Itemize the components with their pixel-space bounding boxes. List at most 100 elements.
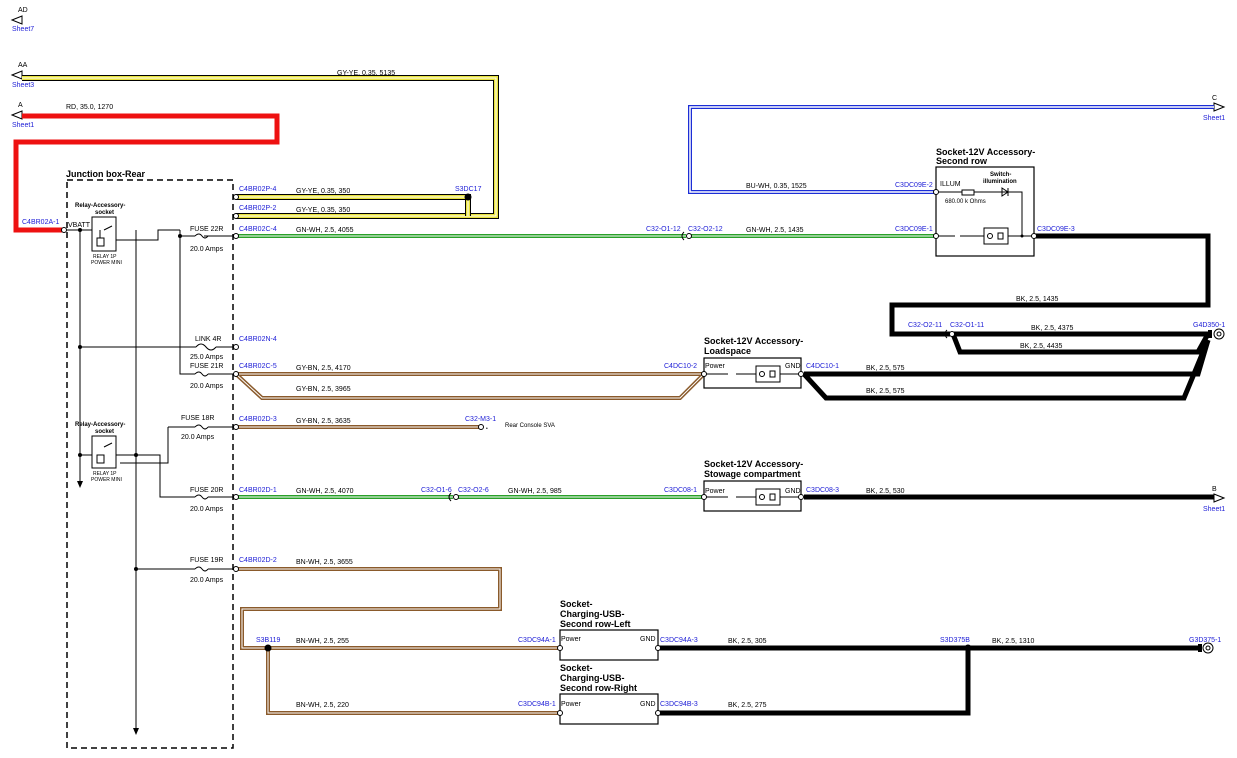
conn-c4br02c-4[interactable]: C4BR02C-4: [239, 226, 277, 233]
wire-label-bk-1435: BK, 2.5, 1435: [1016, 296, 1059, 303]
conn-c3dc94a-3[interactable]: C3DC94A-3: [660, 637, 698, 644]
wire-label-bk-1310: BK, 2.5, 1310: [992, 638, 1035, 645]
conn-c4br02c-5[interactable]: C4BR02C-5: [239, 363, 277, 370]
svg-text:FUSE 22R: FUSE 22R: [190, 226, 223, 233]
offsheet-ad-sheet[interactable]: Sheet7: [12, 26, 34, 33]
svg-text:Stowage compartment: Stowage compartment: [704, 469, 801, 479]
wire-label-bu-wh-1525: BU-WH, 0.35, 1525: [746, 183, 807, 190]
svg-text:680.00 k Ohms: 680.00 k Ohms: [945, 199, 986, 205]
svg-text:POWER MINI: POWER MINI: [91, 477, 122, 483]
svg-text:Second row: Second row: [936, 156, 988, 166]
ground-g3d375[interactable]: [1198, 642, 1214, 654]
conn-c32-o1-11[interactable]: C32-O1-11: [950, 322, 984, 329]
socket-usb-second-row-left[interactable]: Socket- Charging-USB- Second row-Left Po…: [557, 599, 661, 661]
conn-c4br02n-4[interactable]: C4BR02N-4: [239, 336, 277, 343]
conn-s3dc17[interactable]: S3DC17: [455, 186, 482, 193]
wire-label-bn-wh-220: BN-WH, 2.5, 220: [296, 702, 349, 709]
svg-text:Power: Power: [705, 363, 726, 370]
conn-c32-o2-11[interactable]: C32-O2-11: [908, 322, 942, 329]
fuse-21r[interactable]: FUSE 21R 20.0 Amps: [190, 363, 236, 390]
conn-c32-o2-12[interactable]: C32-O2-12: [688, 226, 723, 233]
svg-text:Loadspace: Loadspace: [704, 346, 751, 356]
conn-g3d375-1[interactable]: G3D375-1: [1189, 637, 1221, 644]
wire-label-gn-wh-1435: GN-WH, 2.5, 1435: [746, 227, 804, 234]
svg-text:Second row-Left: Second row-Left: [560, 619, 631, 629]
socket-usb-second-row-right[interactable]: Socket- Charging-USB- Second row-Right P…: [557, 663, 661, 725]
conn-c3dc94b-1[interactable]: C3DC94B-1: [518, 701, 556, 708]
conn-c4br02p-4[interactable]: C4BR02P-4: [239, 186, 276, 193]
fuse-22r[interactable]: FUSE 22R 20.0 Amps: [190, 226, 236, 253]
conn-c4br02a-1[interactable]: C4BR02A-1: [22, 219, 59, 226]
socket-12v-stowage[interactable]: Socket-12V Accessory- Stowage compartmen…: [701, 459, 804, 512]
svg-text:20.0 Amps: 20.0 Amps: [190, 506, 224, 513]
wire-bn-wh-3655[interactable]: [236, 567, 560, 715]
wire-label-gn-wh-985: GN-WH, 2.5, 985: [508, 488, 562, 495]
wire-rd-1270[interactable]: [13, 113, 280, 233]
wire-label-rd-1270: RD, 35.0, 1270: [66, 104, 113, 111]
splice-s3d375b[interactable]: [964, 644, 972, 652]
conn-c3dc08-1[interactable]: C3DC08-1: [664, 487, 697, 494]
svg-text:socket: socket: [95, 210, 114, 216]
wire-label-gy-bn-3965: GY-BN, 2.5, 3965: [296, 386, 351, 393]
offsheet-a-sheet[interactable]: Sheet1: [12, 122, 34, 129]
conn-c3dc94b-3[interactable]: C3DC94B-3: [660, 701, 698, 708]
socket-12v-second-row[interactable]: Socket-12V Accessory- Second row ILLUM 6…: [933, 147, 1037, 257]
svg-text:GND: GND: [640, 701, 656, 708]
rear-console-label: Rear Console SVA: [505, 423, 555, 429]
wire-label-bn-wh-3655: BN-WH, 2.5, 3655: [296, 559, 353, 566]
wire-label-bk-305: BK, 2.5, 305: [728, 638, 767, 645]
svg-text:Socket-: Socket-: [560, 599, 593, 609]
conn-c4dc10-2[interactable]: C4DC10-2: [664, 363, 697, 370]
fuse-18r[interactable]: FUSE 18R 20.0 Amps: [181, 415, 236, 441]
conn-c32-o1-12[interactable]: C32-O1-12: [646, 226, 681, 233]
conn-c32-m3-1[interactable]: C32-M3-1: [465, 416, 496, 423]
svg-text:25.0 Amps: 25.0 Amps: [190, 354, 224, 361]
svg-text:GND: GND: [785, 363, 801, 370]
relay-accessory-socket-bottom[interactable]: Relay-Accessory- socket RELAY 1P POWER M…: [75, 422, 190, 498]
conn-c4br02d-2[interactable]: C4BR02D-2: [239, 557, 277, 564]
conn-c32-o2-6[interactable]: C32-O2-6: [458, 487, 489, 494]
wire-gy-ye-5135[interactable]: [22, 75, 499, 219]
svg-text:Socket-: Socket-: [560, 663, 593, 673]
link-4r[interactable]: LINK 4R 25.0 Amps: [190, 336, 236, 361]
conn-c4dc10-1[interactable]: C4DC10-1: [806, 363, 839, 370]
splice-s3b119[interactable]: [264, 644, 272, 652]
svg-text:Relay-Accessory-: Relay-Accessory-: [75, 203, 125, 209]
conn-c3dc09e-2[interactable]: C3DC09E-2: [895, 182, 933, 189]
wire-label-gy-bn-4170: GY-BN, 2.5, 4170: [296, 365, 351, 372]
socket-12v-loadspace[interactable]: Socket-12V Accessory- Loadspace Power GN…: [701, 336, 804, 389]
wiring-diagram: AD Sheet7 AA Sheet3 A Sheet1 C Sheet1 B …: [10, 7, 1225, 749]
wire-label-bk-530: BK, 2.5, 530: [866, 488, 905, 495]
fuse-20r[interactable]: FUSE 20R 20.0 Amps: [190, 487, 236, 513]
offsheet-b-sheet[interactable]: Sheet1: [1203, 506, 1225, 513]
fuse-19r[interactable]: FUSE 19R 20.0 Amps: [190, 557, 236, 584]
wire-label-gy-ye-350b: GY-YE, 0.35, 350: [296, 207, 350, 214]
svg-text:Relay-Accessory-: Relay-Accessory-: [75, 422, 125, 428]
conn-s3d375b[interactable]: S3D375B: [940, 637, 970, 644]
conn-c3dc09e-3[interactable]: C3DC09E-3: [1037, 226, 1075, 233]
conn-c4br02d-3[interactable]: C4BR02D-3: [239, 416, 277, 423]
offsheet-c-sheet[interactable]: Sheet1: [1203, 115, 1225, 122]
svg-text:Power: Power: [561, 636, 582, 643]
wire-bk-575[interactable]: [802, 339, 1211, 401]
conn-c32-o1-6[interactable]: C32-O1-6: [421, 487, 452, 494]
ground-g4d350[interactable]: [1208, 328, 1225, 340]
conn-s3b119[interactable]: S3B119: [256, 637, 280, 644]
conn-c4br02p-2[interactable]: C4BR02P-2: [239, 205, 276, 212]
conn-c3dc09e-1[interactable]: C3DC09E-1: [895, 226, 933, 233]
svg-text:20.0 Amps: 20.0 Amps: [190, 383, 224, 390]
svg-text:POWER MINI: POWER MINI: [91, 260, 122, 266]
rear-console-marker: •: [486, 426, 488, 432]
conn-c4br02d-1[interactable]: C4BR02D-1: [239, 487, 277, 494]
conn-g4d350-1[interactable]: G4D350-1: [1193, 322, 1225, 329]
splice-s3dc17[interactable]: [464, 193, 472, 201]
offsheet-aa-sheet[interactable]: Sheet3: [12, 82, 34, 89]
svg-text:ILLUM: ILLUM: [940, 181, 961, 188]
conn-c3dc94a-1[interactable]: C3DC94A-1: [518, 637, 556, 644]
wire-label-bk-4435: BK, 2.5, 4435: [1020, 343, 1063, 350]
junction-box-rear[interactable]: Junction box-Rear VBATT Relay-Accessory-…: [61, 169, 239, 749]
relay-accessory-socket-top[interactable]: Relay-Accessory- socket RELAY 1P POWER M…: [75, 203, 180, 266]
offsheet-ad[interactable]: AD Sheet7: [10, 7, 34, 33]
offsheet-c-letter: C: [1212, 95, 1217, 102]
conn-c3dc08-3[interactable]: C3DC08-3: [806, 487, 839, 494]
